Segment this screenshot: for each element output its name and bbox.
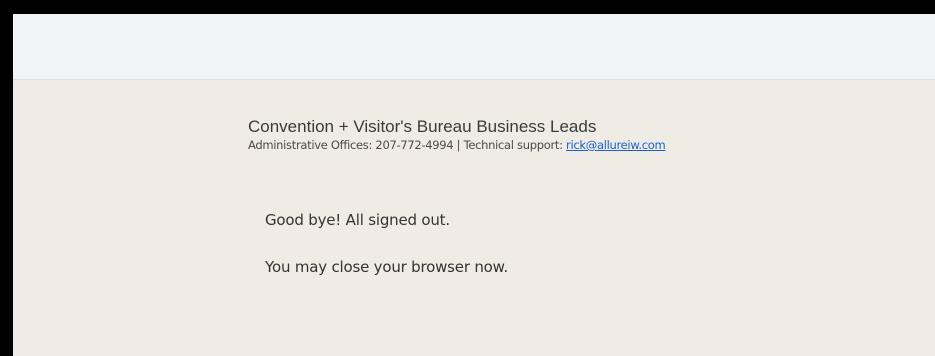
contact-line: Administrative Offices: 207-772-4994 | T… (248, 137, 666, 153)
support-label: Technical support: (463, 138, 567, 152)
contact-separator: | (453, 138, 464, 152)
close-browser-message: You may close your browser now. (265, 258, 508, 276)
window-frame: Convention + Visitor's Bureau Business L… (0, 0, 935, 356)
top-bar (13, 14, 935, 80)
page-header: Convention + Visitor's Bureau Business L… (248, 117, 666, 153)
site-title: Convention + Visitor's Bureau Business L… (248, 117, 597, 136)
signout-message: Good bye! All signed out. (265, 211, 450, 229)
support-email-link[interactable]: rick@allureiw.com (566, 138, 666, 152)
browser-viewport: Convention + Visitor's Bureau Business L… (13, 14, 935, 356)
offices-phone: Administrative Offices: 207-772-4994 (248, 138, 454, 152)
